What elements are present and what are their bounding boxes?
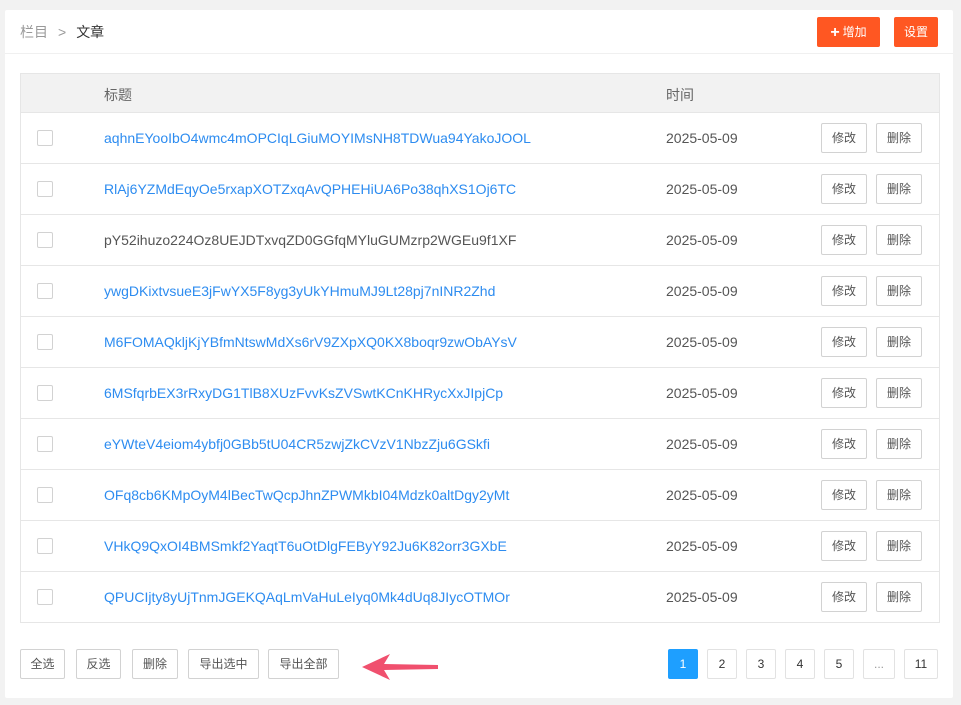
table-row: RlAj6YZMdEqyOe5rxapXOTZxqAvQPHEHiUA6Po38… <box>21 164 939 215</box>
article-table: 标题 时间 aqhnEYooIbO4wmc4mOPCIqLGiuMOYIMsNH… <box>20 73 940 623</box>
article-date: 2025-05-09 <box>666 538 738 554</box>
row-checkbox[interactable] <box>37 130 53 146</box>
article-date: 2025-05-09 <box>666 130 738 146</box>
page-button-last[interactable]: 11 <box>904 649 938 679</box>
article-date: 2025-05-09 <box>666 589 738 605</box>
breadcrumb-separator: > <box>58 24 67 40</box>
row-checkbox[interactable] <box>37 232 53 248</box>
article-date: 2025-05-09 <box>666 283 738 299</box>
edit-button[interactable]: 修改 <box>821 378 867 408</box>
row-checkbox[interactable] <box>37 487 53 503</box>
delete-button[interactable]: 删除 <box>876 174 922 204</box>
row-checkbox[interactable] <box>37 385 53 401</box>
row-checkbox[interactable] <box>37 334 53 350</box>
add-button-label: 增加 <box>842 25 867 39</box>
edit-button[interactable]: 修改 <box>821 225 867 255</box>
delete-button[interactable]: 删除 <box>876 276 922 306</box>
table-header: 标题 时间 <box>21 74 939 113</box>
table-body: aqhnEYooIbO4wmc4mOPCIqLGiuMOYIMsNH8TDWua… <box>21 113 939 622</box>
invert-selection-button[interactable]: 反选 <box>76 649 121 679</box>
select-all-button[interactable]: 全选 <box>20 649 65 679</box>
content-card: 栏目 > 文章 + 增加 设置 标题 时间 aqhnEYooIbO4wmc4mOPCI… <box>5 10 953 698</box>
table-row: QPUCIjty8yUjTnmJGEKQAqLmVaHuLeIyq0Mk4dUq… <box>21 572 939 622</box>
bulk-delete-button[interactable]: 删除 <box>132 649 178 679</box>
article-title-link[interactable]: aqhnEYooIbO4wmc4mOPCIqLGiuMOYIMsNH8TDWua… <box>104 130 531 146</box>
row-checkbox[interactable] <box>37 283 53 299</box>
delete-button[interactable]: 删除 <box>876 225 922 255</box>
table-row: VHkQ9QxOI4BMSmkf2YaqtT6uOtDlgFEByY92Ju6K… <box>21 521 939 572</box>
row-checkbox[interactable] <box>37 538 53 554</box>
page-header: 栏目 > 文章 + 增加 设置 <box>5 10 953 54</box>
delete-button[interactable]: 删除 <box>876 378 922 408</box>
plus-icon: + <box>830 24 840 41</box>
article-date: 2025-05-09 <box>666 487 738 503</box>
article-title-link[interactable]: RlAj6YZMdEqyOe5rxapXOTZxqAvQPHEHiUA6Po38… <box>104 181 516 197</box>
page-button-1[interactable]: 1 <box>668 649 698 679</box>
export-selected-button[interactable]: 导出选中 <box>188 649 259 679</box>
export-all-button[interactable]: 导出全部 <box>268 649 339 679</box>
article-title-link[interactable]: 6MSfqrbEX3rRxyDG1TlB8XUzFvvKsZVSwtKCnKHR… <box>104 385 503 401</box>
page-button-3[interactable]: 3 <box>746 649 776 679</box>
article-title-link[interactable]: ywgDKixtvsueE3jFwYX5F8yg3yUkYHmuMJ9Lt28p… <box>104 283 495 299</box>
table-row: M6FOMAQkljKjYBfmNtswMdXs6rV9ZXpXQ0KX8boq… <box>21 317 939 368</box>
article-title-link[interactable]: eYWteV4eiom4ybfj0GBb5tU04CR5zwjZkCVzV1Nb… <box>104 436 490 452</box>
edit-button[interactable]: 修改 <box>821 327 867 357</box>
table-row: OFq8cb6KMpOyM4lBecTwQcpJhnZPWMkbI04Mdzk0… <box>21 470 939 521</box>
edit-button[interactable]: 修改 <box>821 276 867 306</box>
edit-button[interactable]: 修改 <box>821 174 867 204</box>
table-row: eYWteV4eiom4ybfj0GBb5tU04CR5zwjZkCVzV1Nb… <box>21 419 939 470</box>
page-button-4[interactable]: 4 <box>785 649 815 679</box>
row-checkbox[interactable] <box>37 181 53 197</box>
breadcrumb-parent[interactable]: 栏目 <box>20 24 48 40</box>
add-button[interactable]: + 增加 <box>817 17 880 47</box>
delete-button[interactable]: 删除 <box>876 327 922 357</box>
article-title-link[interactable]: pY52ihuzo224Oz8UEJDTxvqZD0GGfqMYluGUMzrp… <box>104 232 516 248</box>
article-date: 2025-05-09 <box>666 385 738 401</box>
row-checkbox[interactable] <box>37 589 53 605</box>
page-button-2[interactable]: 2 <box>707 649 737 679</box>
delete-button[interactable]: 删除 <box>876 480 922 510</box>
column-header-title: 标题 <box>104 87 132 103</box>
article-date: 2025-05-09 <box>666 181 738 197</box>
page-ellipsis: ... <box>863 649 895 679</box>
article-title-link[interactable]: VHkQ9QxOI4BMSmkf2YaqtT6uOtDlgFEByY92Ju6K… <box>104 538 507 554</box>
delete-button[interactable]: 删除 <box>876 429 922 459</box>
column-header-time: 时间 <box>666 87 694 103</box>
settings-button[interactable]: 设置 <box>894 17 938 47</box>
edit-button[interactable]: 修改 <box>821 531 867 561</box>
article-date: 2025-05-09 <box>666 232 738 248</box>
edit-button[interactable]: 修改 <box>821 582 867 612</box>
edit-button[interactable]: 修改 <box>821 480 867 510</box>
delete-button[interactable]: 删除 <box>876 582 922 612</box>
breadcrumb: 栏目 > 文章 <box>20 22 104 42</box>
article-date: 2025-05-09 <box>666 334 738 350</box>
article-title-link[interactable]: M6FOMAQkljKjYBfmNtswMdXs6rV9ZXpXQ0KX8boq… <box>104 334 517 350</box>
breadcrumb-current: 文章 <box>76 24 105 40</box>
table-row: 6MSfqrbEX3rRxyDG1TlB8XUzFvvKsZVSwtKCnKHR… <box>21 368 939 419</box>
delete-button[interactable]: 删除 <box>876 531 922 561</box>
table-row: pY52ihuzo224Oz8UEJDTxvqZD0GGfqMYluGUMzrp… <box>21 215 939 266</box>
delete-button[interactable]: 删除 <box>876 123 922 153</box>
page-button-5[interactable]: 5 <box>824 649 854 679</box>
article-title-link[interactable]: OFq8cb6KMpOyM4lBecTwQcpJhnZPWMkbI04Mdzk0… <box>104 487 509 503</box>
arrow-left-icon <box>362 654 438 680</box>
edit-button[interactable]: 修改 <box>821 123 867 153</box>
article-date: 2025-05-09 <box>666 436 738 452</box>
table-row: aqhnEYooIbO4wmc4mOPCIqLGiuMOYIMsNH8TDWua… <box>21 113 939 164</box>
edit-button[interactable]: 修改 <box>821 429 867 459</box>
row-checkbox[interactable] <box>37 436 53 452</box>
table-row: ywgDKixtvsueE3jFwYX5F8yg3yUkYHmuMJ9Lt28p… <box>21 266 939 317</box>
article-title-link[interactable]: QPUCIjty8yUjTnmJGEKQAqLmVaHuLeIyq0Mk4dUq… <box>104 589 510 605</box>
